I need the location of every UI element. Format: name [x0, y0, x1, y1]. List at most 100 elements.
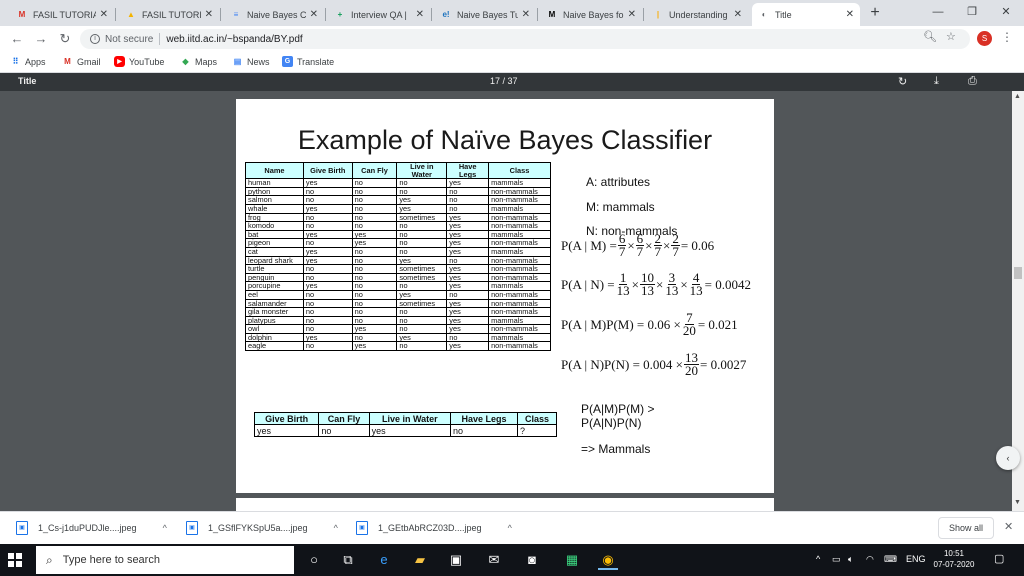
image-file-icon: ▣ [356, 521, 368, 535]
image-file-icon: ▣ [16, 521, 28, 535]
rotate-icon[interactable]: ↻ [898, 75, 907, 88]
back-icon[interactable]: ← [8, 30, 26, 48]
chevron-up-icon[interactable]: ^ [334, 523, 338, 533]
cortana-icon[interactable]: ○ [304, 550, 324, 570]
tab-title: FASIL TUTORIAL [142, 9, 201, 20]
close-tab-icon[interactable]: ✕ [846, 9, 854, 20]
close-tab-icon[interactable]: ✕ [628, 9, 636, 20]
tab-4[interactable]: + Interview QA | ✕ [328, 3, 430, 26]
notifications-icon[interactable]: ▢ [994, 552, 1004, 565]
reload-icon[interactable]: ↻ [56, 30, 74, 48]
close-tab-icon[interactable]: ✕ [205, 9, 213, 20]
chevron-up-icon[interactable]: ^ [508, 523, 512, 533]
info-icon[interactable]: i [90, 34, 100, 44]
downloads-shelf: ▣ 1_Cs-j1duPUDJle....jpeg ^ ▣ 1_GSflFYKS… [0, 511, 1024, 544]
close-tab-icon[interactable]: ✕ [100, 9, 108, 20]
keyboard-icon[interactable]: ⌨ [884, 554, 897, 565]
denominator: 13 [616, 283, 630, 298]
download-item[interactable]: ▣ 1_GSflFYKSpU5a....jpeg ^ [186, 521, 338, 535]
camera-icon[interactable]: ◙ [522, 550, 542, 570]
close-tab-icon[interactable]: ✕ [734, 9, 742, 20]
close-tab-icon[interactable]: ✕ [522, 9, 530, 20]
fraction: 27 [653, 232, 662, 258]
tab-2[interactable]: ▲ FASIL TUTORIAL ✕ [119, 3, 219, 26]
table-cell: mammals [488, 203, 551, 214]
close-shelf-icon[interactable]: ✕ [1004, 520, 1013, 533]
address-bar[interactable]: i Not secure web.iitd.ac.in/~bspanda/BY.… [80, 29, 970, 49]
scroll-up-icon[interactable]: ▲ [1014, 93, 1021, 100]
zoom-menu-button[interactable]: ‹ [996, 446, 1020, 470]
tab-6[interactable]: M Naive Bayes fo ✕ [540, 3, 642, 26]
table-row: turtle no no sometimes yes non-mammals [245, 264, 551, 274]
denominator: 7 [672, 244, 679, 259]
column-header: Class [488, 161, 551, 180]
legend-mammals: M: mammals [586, 200, 655, 214]
ie-icon: e! [442, 10, 450, 19]
minimize-button[interactable]: — [922, 2, 954, 22]
language-indicator[interactable]: ENG [906, 554, 926, 564]
star-icon[interactable]: ☆ [946, 30, 956, 43]
windows-start-icon[interactable] [8, 553, 22, 567]
table-cell: ? [517, 424, 557, 437]
bookmark-gmail[interactable]: M Gmail [62, 56, 100, 67]
tab-title: Understanding [669, 9, 728, 20]
close-tab-icon[interactable]: ✕ [416, 9, 424, 20]
wifi-icon[interactable]: ◠ [866, 554, 874, 565]
column-header: Class [517, 412, 557, 425]
show-all-button[interactable]: Show all [938, 517, 994, 539]
tab-8[interactable]: ◐ Title ✕ [752, 3, 860, 26]
table-cell: non-mammals [488, 221, 551, 231]
table-cell: yes [446, 178, 490, 188]
restore-button[interactable]: ❐ [956, 2, 988, 22]
tray-chevron-icon[interactable]: ^ [816, 554, 820, 564]
url-text: web.iitd.ac.in/~bspanda/BY.pdf [166, 33, 303, 45]
bookmark-translate[interactable]: G Translate [282, 56, 334, 67]
volume-icon[interactable]: 🔈︎ [848, 554, 853, 565]
task-view-icon[interactable]: ⧉ [338, 550, 358, 570]
profile-avatar[interactable]: S [977, 31, 992, 46]
table-row: cat yes no no yes mammals [245, 246, 551, 257]
chrome-icon[interactable]: ◉ [598, 550, 618, 570]
table-cell: gila monster [245, 307, 304, 317]
bookmark-maps[interactable]: ◆ Maps [180, 56, 217, 67]
windows-taskbar: ⌕ Type here to search ○ ⧉ e ▰ ▣ ✉ ◙ ▦ ◉ … [0, 544, 1024, 576]
file-explorer-icon[interactable]: ▰ [410, 550, 430, 570]
download-item[interactable]: ▣ 1_GEtbAbRCZ03D....jpeg ^ [356, 521, 512, 535]
clock[interactable]: 10:51 07-07-2020 [926, 548, 982, 570]
table-row: whale yes no yes no mammals [245, 203, 551, 214]
bookmark-news[interactable]: ▤ News [232, 56, 270, 67]
tab-7[interactable]: | Understanding ✕ [646, 3, 748, 26]
bookmark-apps[interactable]: ⠿ Apps [10, 56, 46, 67]
bookmark-youtube[interactable]: ▶ YouTube [114, 56, 164, 67]
tab-title: Naive Bayes Cl [247, 9, 306, 20]
tab-strip: M FASIL TUTORIAL ✕ ▲ FASIL TUTORIAL ✕ ≡ Naive B… [0, 0, 1024, 26]
times-sign: × [663, 237, 671, 253]
column-header: Can Fly [318, 412, 370, 425]
tab-5[interactable]: e! Naive Bayes Tu ✕ [434, 3, 536, 26]
zoom-icon[interactable]: 🔍︎ [923, 30, 937, 43]
tab-1[interactable]: M FASIL TUTORIAL ✕ [10, 3, 114, 26]
chevron-up-icon[interactable]: ^ [163, 523, 167, 533]
translate-icon: G [282, 56, 293, 67]
print-icon[interactable]: ⎙ [968, 75, 977, 88]
menu-icon[interactable]: ⋮ [1001, 30, 1013, 44]
download-item[interactable]: ▣ 1_Cs-j1duPUDJle....jpeg ^ [16, 521, 167, 535]
mail-icon[interactable]: ✉ [484, 550, 504, 570]
store-icon[interactable]: ▣ [446, 550, 466, 570]
scroll-thumb[interactable] [1014, 267, 1022, 279]
denominator: 7 [618, 244, 626, 259]
edge-icon[interactable]: e [374, 550, 394, 570]
download-icon[interactable]: ⤓ [934, 75, 939, 88]
pdf-viewer[interactable]: Example of Naïve Bayes Classifier Name Gi… [0, 91, 1012, 511]
battery-icon[interactable]: ▭ [832, 554, 841, 565]
forward-icon[interactable]: → [32, 30, 50, 48]
close-tab-icon[interactable]: ✕ [310, 9, 318, 20]
scroll-down-icon[interactable]: ▼ [1014, 499, 1021, 506]
new-tab-button[interactable]: + [866, 4, 884, 22]
app-icon[interactable]: ▦ [562, 550, 582, 570]
taskbar-search[interactable]: ⌕ Type here to search [36, 546, 294, 574]
table-cell: yes [446, 307, 490, 317]
tab-3[interactable]: ≡ Naive Bayes Cl ✕ [224, 3, 324, 26]
close-window-button[interactable]: ✕ [990, 2, 1022, 22]
column-header: Live in Water [396, 161, 448, 180]
